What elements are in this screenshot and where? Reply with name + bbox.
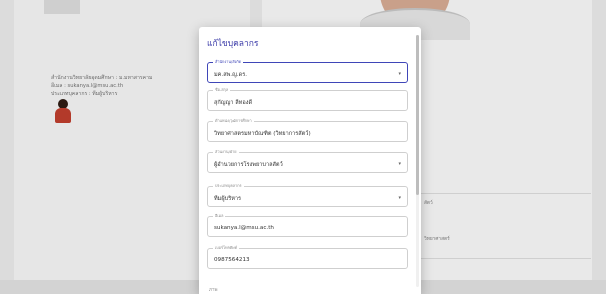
info-line-email: อีเมล : sukanya.l@msu.ac.th (51, 83, 124, 89)
email-field[interactable]: อีเมล sukanya.l@msu.ac.th (207, 213, 408, 237)
field-label: ตำแหน่ง/วุฒิการศึกษา (213, 118, 254, 123)
dialog-scrollbar[interactable] (416, 35, 419, 287)
dialog-title: แก้ไขบุคลากร (207, 39, 259, 49)
field-label: ชื่อ-สกุล (213, 87, 231, 92)
dropdown-arrow-icon: ▾ (398, 71, 401, 77)
info-line-unit: สำนักงานวิทยาลัยอุดมศึกษา : ม.มหาสารคาม (51, 75, 153, 81)
dropdown-arrow-icon: ▾ (398, 161, 401, 167)
position-field[interactable]: ตำแหน่ง/วุฒิการศึกษา วิทยาศาสตรมหาบัณฑิต… (207, 118, 408, 142)
right-text-1: สัตว์ (424, 201, 433, 206)
name-field[interactable]: ชื่อ-สกุล สุกัญญา ลีทองดี (207, 87, 408, 111)
department-select[interactable]: ส่วนงาน/ฝ่าย ผู้อำนวยการโรงพยาบาลสัตว์ ▾ (207, 149, 408, 173)
field-value: สุกัญญา ลีทองดี (214, 100, 253, 106)
field-label: ส่วนงาน/ฝ่าย (213, 149, 239, 154)
staff-type-select[interactable]: ประเภทบุคลากร ทีมผู้บริหาร ▾ (207, 183, 408, 207)
unit-select[interactable]: สำนักงาน/สังกัด มค.สพ.ญ.ดร. ▾ (207, 59, 408, 83)
dropdown-arrow-icon: ▾ (398, 195, 401, 201)
divider (421, 258, 591, 259)
field-label: สำนักงาน/สังกัด (213, 59, 244, 64)
info-line-type: ประเภทบุคลากร : ทีมผู้บริหาร (51, 91, 118, 97)
field-label: อีเมล (213, 213, 226, 218)
field-value: มค.สพ.ญ.ดร. (214, 72, 248, 78)
field-value: ทีมผู้บริหาร (214, 196, 242, 202)
field-value: วิทยาศาสตรมหาบัณฑิต (วิทยาการสัตว์) (214, 131, 311, 137)
field-value: sukanya.l@msu.ac.th (214, 225, 274, 231)
field-label: เบอร์โทรศัพท์ (213, 245, 240, 250)
edit-staff-dialog: แก้ไขบุคลากร สำนักงาน/สังกัด มค.สพ.ญ.ดร.… (199, 27, 421, 294)
field-label: ประเภทบุคลากร (213, 183, 244, 188)
scrollbar-thumb[interactable] (416, 35, 419, 195)
divider (421, 193, 591, 194)
profile-info: สำนักงานวิทยาลัยอุดมศึกษา : ม.มหาสารคาม … (51, 74, 152, 98)
field-value: 0987564213 (214, 257, 250, 263)
next-field-label: ภาพ (209, 288, 218, 293)
phone-field[interactable]: เบอร์โทรศัพท์ 0987564213 (207, 245, 408, 269)
right-text-2: วิทยาศาสตร์ (424, 237, 450, 242)
staff-avatar (53, 99, 73, 123)
profile-photo-placeholder (44, 0, 80, 14)
field-value: ผู้อำนวยการโรงพยาบาลสัตว์ (214, 162, 283, 168)
